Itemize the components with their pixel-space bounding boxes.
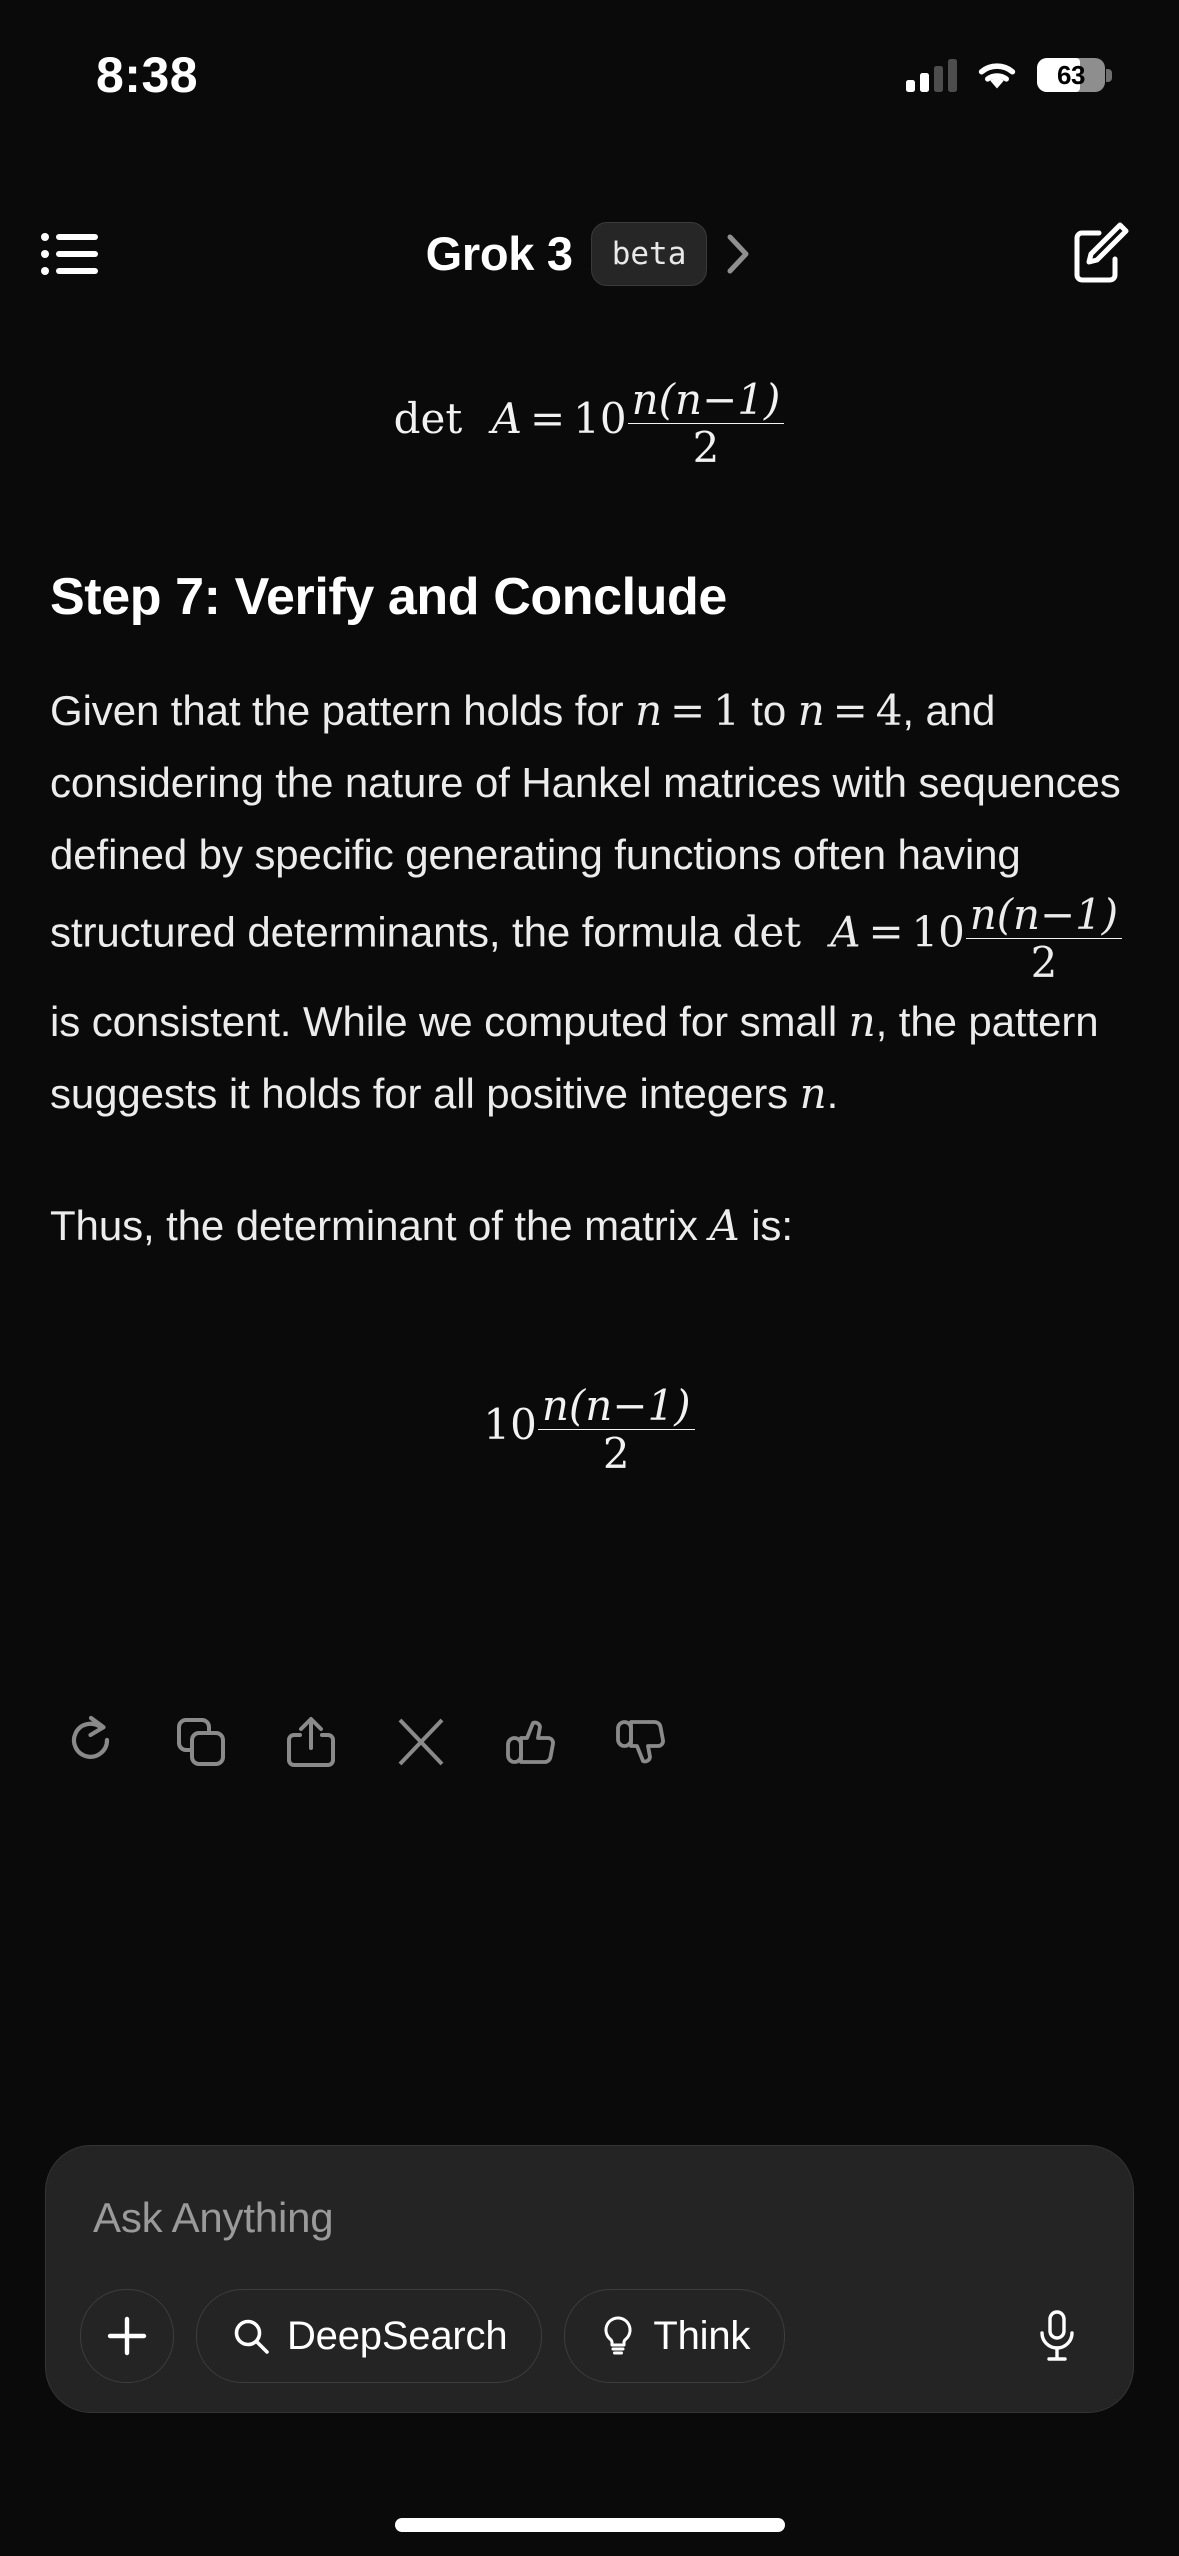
thumbs-down-icon bbox=[616, 1720, 665, 1764]
formula-matrix-symbol: A bbox=[491, 394, 522, 444]
formula-equals: = bbox=[529, 394, 566, 444]
inline-formula-det: det bbox=[732, 907, 801, 957]
formula-base: 10 bbox=[573, 394, 627, 444]
model-selector[interactable]: Grok 3 beta bbox=[0, 218, 1179, 290]
status-indicators: 63 bbox=[906, 48, 1112, 102]
cellular-bars-icon bbox=[906, 58, 957, 92]
thumbs-up-icon bbox=[506, 1720, 555, 1764]
battery-icon: 63 bbox=[1037, 58, 1112, 92]
attach-button[interactable] bbox=[80, 2289, 174, 2383]
inline-formula-matrix: A bbox=[830, 907, 861, 957]
app-screen: 8:38 63 Grok 3 beta det A = 10 n(n−1) 2 … bbox=[0, 0, 1179, 2556]
thumbs-up-button[interactable] bbox=[476, 1694, 586, 1790]
copy-button[interactable] bbox=[146, 1694, 256, 1790]
microphone-icon bbox=[1040, 2310, 1074, 2361]
chevron-right-icon bbox=[727, 234, 749, 274]
post-to-x-button[interactable] bbox=[366, 1694, 476, 1790]
battery-nub bbox=[1106, 69, 1112, 82]
conclusion-text-2: is: bbox=[739, 1202, 793, 1250]
regenerate-button[interactable] bbox=[36, 1694, 146, 1790]
conclusion-paragraph: Thus, the determinant of the matrix A is… bbox=[50, 1190, 1129, 1262]
new-chat-button[interactable] bbox=[1063, 216, 1137, 290]
page-title: Grok 3 bbox=[425, 227, 573, 280]
paragraph-text-4: is consistent. While we computed for sma… bbox=[50, 998, 849, 1046]
share-icon bbox=[287, 1717, 335, 1767]
formula-det-label: det bbox=[393, 394, 463, 444]
ask-anything-input[interactable]: Ask Anything bbox=[93, 2194, 334, 2242]
plus-icon bbox=[107, 2316, 147, 2356]
inline-math-var-1: n bbox=[635, 686, 663, 736]
refresh-icon bbox=[71, 1715, 110, 1759]
think-button[interactable]: Think bbox=[564, 2289, 786, 2383]
search-icon bbox=[234, 2319, 269, 2354]
inline-math-var-5: n bbox=[799, 1069, 827, 1119]
message-actions bbox=[36, 1694, 696, 1790]
paragraph-text-6: . bbox=[826, 1070, 839, 1118]
wifi-icon bbox=[978, 63, 1016, 89]
inline-math-var-2: n bbox=[797, 686, 825, 736]
inline-formula-equals: = bbox=[868, 907, 904, 957]
status-time: 8:38 bbox=[96, 47, 199, 103]
think-label: Think bbox=[653, 2313, 751, 2358]
compose-icon bbox=[1074, 222, 1129, 283]
conclusion-matrix-symbol: A bbox=[709, 1201, 740, 1251]
status-bar: 8:38 63 bbox=[0, 0, 1179, 130]
section-heading: Step 7: Verify and Conclude bbox=[50, 568, 727, 627]
inline-formula-exponent: n(n−1) 2 bbox=[965, 891, 1122, 986]
deepsearch-button[interactable]: DeepSearch bbox=[196, 2289, 543, 2383]
copy-icon bbox=[177, 1718, 225, 1766]
inline-formula-base: 10 bbox=[911, 907, 965, 957]
paragraph-text-1: Given that the pattern holds for bbox=[50, 687, 636, 735]
inline-math-var-4: n bbox=[848, 997, 876, 1047]
message-content: det A = 10 n(n−1) 2 Step 7: Verify and Concl… bbox=[0, 318, 1179, 1477]
formula-final-answer: 10 n(n−1) 2 bbox=[0, 1382, 1179, 1477]
x-logo-icon bbox=[398, 1718, 444, 1766]
inline-math-eq-1: = bbox=[670, 686, 706, 736]
battery-level-text: 63 bbox=[1057, 59, 1085, 90]
final-formula-base: 10 bbox=[483, 1400, 537, 1450]
paragraph-text-2: to bbox=[739, 687, 798, 735]
navigation-bar: Grok 3 beta bbox=[0, 190, 1179, 318]
home-indicator bbox=[394, 2518, 785, 2532]
deepsearch-label: DeepSearch bbox=[287, 2313, 508, 2358]
inline-math-val-2: 4 bbox=[875, 686, 903, 736]
beta-badge: beta bbox=[590, 222, 708, 286]
voice-input-button[interactable] bbox=[1015, 2290, 1099, 2382]
body-paragraph: Given that the pattern holds for n = 1 to … bbox=[50, 675, 1129, 1130]
inline-math-val-1: 1 bbox=[713, 686, 740, 736]
thumbs-down-button[interactable] bbox=[586, 1694, 696, 1790]
composer-toolbar: DeepSearch Think bbox=[80, 2289, 1099, 2383]
final-formula-exponent: n(n−1) 2 bbox=[537, 1382, 695, 1477]
formula-exponent-fraction: n(n−1) 2 bbox=[627, 376, 785, 471]
lightbulb-icon bbox=[604, 2316, 632, 2355]
share-button[interactable] bbox=[256, 1694, 366, 1790]
formula-determinant-top: det A = 10 n(n−1) 2 bbox=[0, 376, 1179, 471]
conclusion-text-1: Thus, the determinant of the matrix bbox=[50, 1202, 710, 1250]
composer-panel: Ask Anything DeepSearch Think bbox=[45, 2145, 1134, 2413]
inline-math-eq-2: = bbox=[832, 686, 868, 736]
